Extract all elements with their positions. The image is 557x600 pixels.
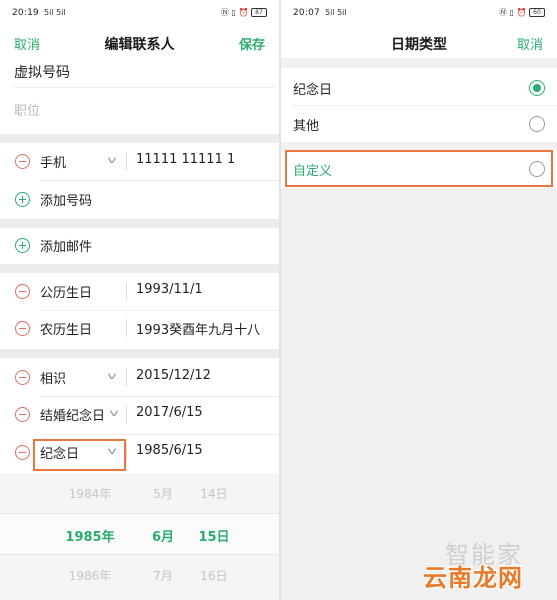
status-right-icons: Ⓝ ▯ ⏰ 87: [221, 7, 267, 18]
picker-month-selected[interactable]: 6月: [143, 526, 183, 545]
battery-icon: 60: [529, 8, 545, 17]
picker-month-next[interactable]: 7月: [143, 567, 183, 584]
chevron-down-icon[interactable]: v: [107, 371, 116, 382]
signal-icon: 5il 5il: [325, 8, 347, 17]
birthday-section: 公历生日 1993/11/1 农历生日 1993癸酉年九月十八: [0, 273, 279, 349]
date-type-screen: 20:07 5il 5il Ⓝ ▯ ⏰ 60 日期类型 取消 纪念日 其他 自定…: [281, 0, 557, 600]
option-anniversary-label[interactable]: 纪念日: [293, 79, 332, 98]
status-bar: 20:19 5il 5il Ⓝ ▯ ⏰ 87: [0, 0, 279, 24]
picker-day-next[interactable]: 16日: [192, 567, 236, 584]
remove-event-icon[interactable]: [15, 407, 30, 422]
highlight-box: [285, 150, 553, 187]
remove-lunar-birthday-icon[interactable]: [15, 321, 30, 336]
section-gap: [0, 349, 279, 358]
row-divider: [40, 396, 279, 397]
field-separator: [126, 152, 127, 170]
nfc-icon: Ⓝ: [220, 8, 229, 17]
field-separator: [126, 282, 127, 300]
lunar-birthday-value[interactable]: 1993癸酉年九月十八: [136, 319, 260, 338]
row-divider: [40, 180, 279, 181]
mute-icon: ▯: [231, 8, 236, 17]
virtual-number-field[interactable]: 虚拟号码: [14, 62, 70, 82]
remove-event-icon[interactable]: [15, 370, 30, 385]
picker-year-selected[interactable]: 1985年: [52, 526, 128, 545]
status-bar: 20:07 5il 5il Ⓝ ▯ ⏰ 60: [281, 0, 557, 24]
section-gap: [0, 134, 279, 143]
solar-birthday-label: 公历生日: [40, 286, 93, 301]
highlight-box: [33, 439, 126, 471]
page-title: 日期类型: [391, 37, 447, 53]
edit-contact-screen: 20:19 5il 5il Ⓝ ▯ ⏰ 87 取消 编辑联系人 保存 虚拟号码 …: [0, 0, 279, 600]
phone-number-input[interactable]: 11111 11111 1: [136, 152, 235, 167]
cancel-button[interactable]: 取消: [517, 34, 543, 53]
position-field[interactable]: 职位: [14, 100, 40, 119]
remove-event-icon[interactable]: [15, 445, 30, 460]
remove-solar-birthday-icon[interactable]: [15, 284, 30, 299]
status-time: 20:19: [12, 8, 39, 18]
row-divider: [40, 310, 279, 311]
email-section: 添加邮件: [0, 228, 279, 264]
row-divider: [40, 434, 279, 435]
name-section: 虚拟号码 职位: [0, 58, 279, 134]
event-date-value[interactable]: 1985/6/15: [136, 443, 203, 458]
chevron-down-icon[interactable]: v: [109, 408, 118, 419]
alarm-icon: ⏰: [238, 8, 249, 17]
signal-icon: 5il 5il: [44, 8, 66, 17]
add-phone-icon[interactable]: [15, 192, 30, 207]
field-underline: [14, 87, 275, 88]
add-email-icon[interactable]: [15, 238, 30, 253]
option-other-label[interactable]: 其他: [293, 115, 319, 134]
date-picker[interactable]: 1984年 5月 14日 1985年 6月 15日 1986年 7月 16日: [0, 473, 279, 600]
picker-selection-band: [0, 513, 279, 555]
option-list: 纪念日 其他: [281, 68, 557, 142]
section-gap: [0, 264, 279, 273]
remove-phone-icon[interactable]: [15, 154, 30, 169]
save-button[interactable]: 保存: [239, 34, 265, 53]
option-other-radio[interactable]: [529, 116, 545, 132]
status-right-icons: Ⓝ ▯ ⏰ 60: [499, 7, 545, 18]
field-separator: [126, 368, 127, 386]
field-separator: [126, 405, 127, 423]
alarm-icon: ⏰: [516, 8, 527, 17]
row-divider: [293, 105, 557, 106]
watermark-text: 云南龙网: [423, 564, 523, 592]
field-separator: [126, 443, 127, 461]
picker-year-next[interactable]: 1986年: [52, 567, 128, 584]
picker-day-prev[interactable]: 14日: [192, 485, 236, 502]
event-date-value[interactable]: 2017/6/15: [136, 405, 203, 420]
chevron-down-icon[interactable]: v: [107, 155, 116, 166]
mute-icon: ▯: [509, 8, 514, 17]
phone-section: 手机 v 11111 11111 1 添加号码: [0, 143, 279, 219]
lunar-birthday-label: 农历生日: [40, 323, 93, 338]
add-email-button[interactable]: 添加邮件: [40, 236, 92, 255]
event-type-label[interactable]: 相识: [40, 368, 66, 387]
solar-birthday-value[interactable]: 1993/11/1: [136, 282, 203, 297]
top-bar: 日期类型 取消: [281, 24, 557, 58]
option-anniversary-radio[interactable]: [529, 80, 545, 96]
picker-day-selected[interactable]: 15日: [192, 526, 236, 545]
nfc-icon: Ⓝ: [498, 8, 507, 17]
field-separator: [126, 319, 127, 337]
add-phone-button[interactable]: 添加号码: [40, 190, 92, 209]
event-type-label[interactable]: 结婚纪念日: [40, 405, 105, 424]
battery-icon: 87: [251, 8, 267, 17]
page-title: 编辑联系人: [104, 37, 175, 53]
phone-type-label[interactable]: 手机: [40, 152, 66, 171]
event-date-value[interactable]: 2015/12/12: [136, 368, 211, 383]
picker-month-prev[interactable]: 5月: [143, 485, 183, 502]
section-gap: [0, 219, 279, 228]
status-time: 20:07: [293, 8, 320, 18]
picker-year-prev[interactable]: 1984年: [52, 485, 128, 502]
top-bar: 取消 编辑联系人 保存: [0, 28, 279, 56]
